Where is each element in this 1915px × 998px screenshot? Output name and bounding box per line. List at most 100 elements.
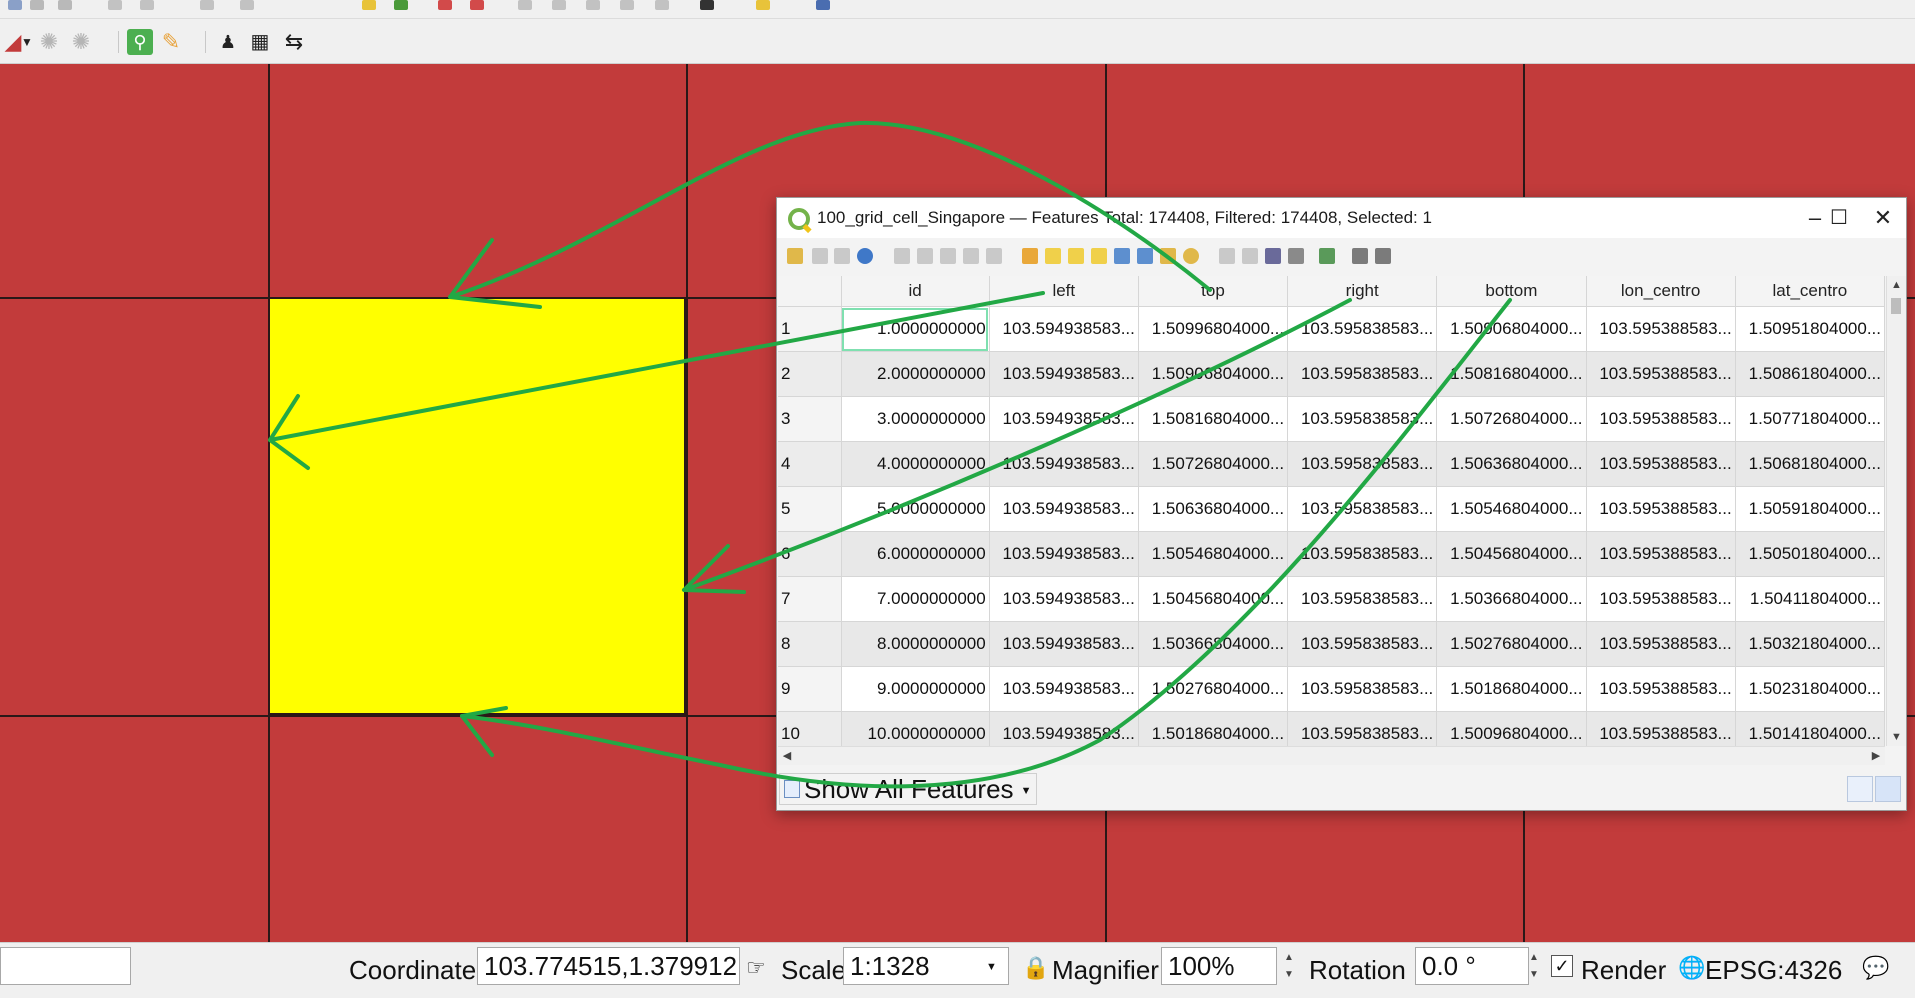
table-cell[interactable]: 1.50861804000...: [1735, 351, 1885, 397]
table-cell[interactable]: 1.50906804000...: [1138, 351, 1289, 397]
table-cell[interactable]: 103.595388583...: [1586, 306, 1736, 352]
toolbar-icon[interactable]: [30, 0, 44, 10]
table-cell[interactable]: 1.50411804000...: [1735, 576, 1885, 622]
table-row[interactable]: 3 3.0000000000 103.594938583... 1.508168040…: [778, 396, 1885, 442]
table-cell[interactable]: 1.50231804000...: [1735, 666, 1885, 712]
deselect-all-icon[interactable]: [1091, 248, 1107, 264]
table-cell[interactable]: 4.0000000000: [841, 441, 990, 487]
rotation-field[interactable]: 0.0 °: [1415, 947, 1529, 985]
lock-icon[interactable]: 🔒: [1022, 955, 1049, 981]
invert-selection-icon[interactable]: [1068, 248, 1084, 264]
toolbar-icon[interactable]: [108, 0, 122, 10]
row-number[interactable]: 7: [778, 576, 842, 622]
table-cell[interactable]: 103.594938583...: [989, 486, 1139, 532]
table-cell[interactable]: 103.595388583...: [1586, 576, 1736, 622]
table-cell[interactable]: 103.595838583...: [1287, 531, 1438, 577]
table-row[interactable]: 9 9.0000000000 103.594938583... 1.502768040…: [778, 666, 1885, 712]
table-cell[interactable]: 103.595838583...: [1287, 576, 1438, 622]
toolbar-icon[interactable]: [756, 0, 770, 10]
messages-icon[interactable]: 💬: [1862, 955, 1889, 981]
table-row[interactable]: 8 8.0000000000 103.594938583... 1.503668040…: [778, 621, 1885, 667]
row-number[interactable]: 5: [778, 486, 842, 532]
toolbar-icon[interactable]: [362, 0, 376, 10]
table-cell[interactable]: 103.595838583...: [1287, 306, 1438, 352]
select-all-icon[interactable]: [1045, 248, 1061, 264]
delete-field-icon[interactable]: [1242, 248, 1258, 264]
column-header-lon_centro[interactable]: lon_centro: [1586, 276, 1736, 307]
cut-icon[interactable]: [940, 248, 956, 264]
row-number[interactable]: 1: [778, 306, 842, 352]
column-header-top[interactable]: top: [1138, 276, 1289, 307]
row-number[interactable]: 8: [778, 621, 842, 667]
magnifier-spinner[interactable]: ▲ ▼: [1281, 949, 1297, 983]
swap-arrows-icon[interactable]: ⇆: [281, 29, 307, 55]
vertex-edit-icon[interactable]: ✺: [68, 29, 94, 55]
table-cell[interactable]: 3.0000000000: [841, 396, 990, 442]
select-by-expression-icon[interactable]: [1022, 248, 1038, 264]
table-cell[interactable]: 1.50186804000...: [1436, 666, 1587, 712]
table-cell[interactable]: 103.595838583...: [1287, 711, 1438, 746]
scroll-right-icon[interactable]: ▶: [1867, 747, 1885, 765]
magnifier-field[interactable]: 100%: [1161, 947, 1277, 985]
table-cell[interactable]: 1.50951804000...: [1735, 306, 1885, 352]
table-cell[interactable]: 103.594938583...: [989, 531, 1139, 577]
table-row[interactable]: 7 7.0000000000 103.594938583... 1.504568040…: [778, 576, 1885, 622]
toolbar-icon[interactable]: [620, 0, 634, 10]
selected-grid-cell[interactable]: [268, 297, 686, 715]
dock-icon[interactable]: [1352, 248, 1368, 264]
table-cell[interactable]: 1.50366804000...: [1436, 576, 1587, 622]
copy-icon[interactable]: [963, 248, 979, 264]
delete-feature-icon[interactable]: [917, 248, 933, 264]
attribute-table-grid[interactable]: id left top right bottom lon_centro lat_centro…: [778, 276, 1885, 746]
table-cell[interactable]: 103.594938583...: [989, 711, 1139, 746]
table-cell[interactable]: 7.0000000000: [841, 576, 990, 622]
table-cell[interactable]: 103.595838583...: [1287, 351, 1438, 397]
table-cell[interactable]: 1.50141804000...: [1735, 711, 1885, 746]
table-cell[interactable]: 103.595388583...: [1586, 396, 1736, 442]
table-view-icon[interactable]: [1875, 776, 1901, 802]
vertex-tool-icon[interactable]: ✺: [36, 29, 62, 55]
toolbar-icon[interactable]: [200, 0, 214, 10]
table-row[interactable]: 4 4.0000000000 103.594938583... 1.507268040…: [778, 441, 1885, 487]
table-cell[interactable]: 1.50096804000...: [1436, 711, 1587, 746]
field-calculator-icon[interactable]: [1265, 248, 1281, 264]
scale-combobox[interactable]: 1:1328: [843, 947, 1009, 985]
table-cell[interactable]: 103.595838583...: [1287, 441, 1438, 487]
toolbar-icon[interactable]: [8, 0, 22, 10]
rotation-spinner[interactable]: ▲ ▼: [1526, 949, 1542, 983]
table-row[interactable]: 2 2.0000000000 103.594938583... 1.509068040…: [778, 351, 1885, 397]
scroll-thumb[interactable]: [1891, 298, 1901, 314]
table-cell[interactable]: 103.594938583...: [989, 666, 1139, 712]
row-number[interactable]: 4: [778, 441, 842, 487]
toolbar-icon[interactable]: [518, 0, 532, 10]
table-row[interactable]: 10 10.0000000000 103.594938583... 1.5018680…: [778, 711, 1885, 746]
maximize-icon[interactable]: ☐: [1819, 202, 1859, 234]
table-cell[interactable]: 103.595388583...: [1586, 486, 1736, 532]
save-edits-icon[interactable]: [834, 248, 850, 264]
filter-icon[interactable]: [1114, 248, 1130, 264]
table-cell[interactable]: 103.595388583...: [1586, 621, 1736, 667]
table-cell[interactable]: 103.595388583...: [1586, 711, 1736, 746]
table-cell[interactable]: 1.50726804000...: [1436, 396, 1587, 442]
table-cell[interactable]: 103.595388583...: [1586, 441, 1736, 487]
table-cell[interactable]: 1.50366804000...: [1138, 621, 1289, 667]
table-cell[interactable]: 103.595838583...: [1287, 621, 1438, 667]
coordinate-field[interactable]: 103.774515,1.379912: [477, 947, 740, 985]
table-cell[interactable]: 1.50321804000...: [1735, 621, 1885, 667]
table-cell[interactable]: 1.50771804000...: [1735, 396, 1885, 442]
add-feature-icon[interactable]: [894, 248, 910, 264]
table-cell[interactable]: 103.595388583...: [1586, 531, 1736, 577]
table-cell[interactable]: 1.50501804000...: [1735, 531, 1885, 577]
column-header-right[interactable]: right: [1287, 276, 1438, 307]
horizontal-scrollbar[interactable]: ◀ ▶: [778, 746, 1885, 765]
table-cell[interactable]: 103.594938583...: [989, 441, 1139, 487]
identify-features-icon[interactable]: ⚲: [127, 29, 153, 55]
table-cell[interactable]: 103.594938583...: [989, 621, 1139, 667]
table-cell[interactable]: 5.0000000000: [841, 486, 990, 532]
table-cell[interactable]: 1.50591804000...: [1735, 486, 1885, 532]
close-icon[interactable]: ✕: [1863, 202, 1903, 234]
toolbar-icon[interactable]: [394, 0, 408, 10]
conditional-formatting-icon[interactable]: [1288, 248, 1304, 264]
corner-header[interactable]: [778, 276, 842, 307]
reload-icon[interactable]: [857, 248, 873, 264]
